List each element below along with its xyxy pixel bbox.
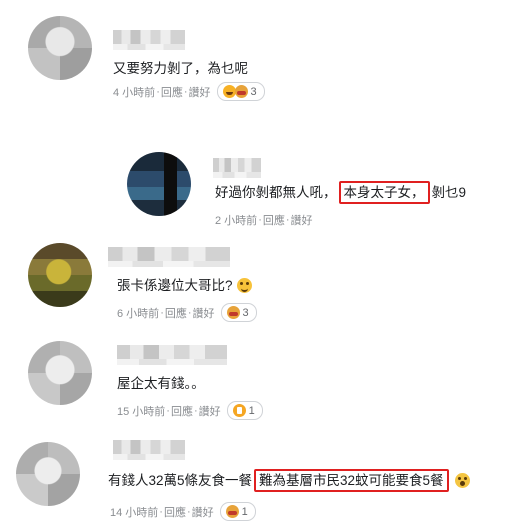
comment-meta: 6 小時前 · 回應 · 讚好 3 (117, 303, 257, 322)
reaction-summary[interactable]: 1 (226, 401, 263, 420)
like-link[interactable]: 讚好 (193, 305, 215, 321)
text-part: 張卡係邊位大哥比? (117, 278, 233, 293)
care-icon (234, 85, 248, 98)
author-name-redacted[interactable] (213, 158, 261, 178)
reaction-summary[interactable]: 1 (219, 502, 256, 521)
reaction-summary[interactable]: 3 (216, 82, 265, 101)
timestamp[interactable]: 2 小時前 (215, 212, 257, 228)
comment-item: 有錢人32萬5條友食一餐 難為基層市民32蚊可能要食5餐 14 小時前 · 回應 … (0, 430, 526, 531)
like-link[interactable]: 讚好 (189, 84, 211, 100)
avatar[interactable] (127, 152, 191, 216)
separator: · (193, 404, 198, 417)
reply-item: 好過你剝都無人吼， 本身太子女， 剝乜9 2 小時前 · 回應 · 讚好 (0, 140, 526, 230)
comment-item: 又要努力剝了，為乜呢 4 小時前 · 回應 · 讚好 3 (0, 0, 526, 120)
avatar[interactable] (28, 341, 92, 405)
care-icon (225, 505, 239, 518)
separator: · (160, 306, 164, 319)
separator: · (187, 306, 192, 319)
separator: · (166, 404, 170, 417)
haha-icon (222, 85, 236, 98)
avatar[interactable] (16, 442, 80, 506)
highlighted-text: 難為基層市民32蚊可能要食5餐 (254, 469, 449, 492)
timestamp[interactable]: 14 小時前 (110, 504, 158, 520)
reaction-count: 3 (250, 85, 257, 98)
reply-link[interactable]: 回應 (164, 504, 186, 520)
author-name-redacted[interactable] (113, 30, 185, 50)
like-link[interactable]: 讚好 (291, 212, 313, 228)
reply-link[interactable]: 回應 (171, 403, 193, 419)
smile-emoji-icon (236, 278, 252, 293)
separator: · (156, 85, 160, 98)
avatar[interactable] (28, 16, 92, 80)
text-part: 有錢人32萬5條友食一餐 (108, 473, 253, 488)
comment-meta: 14 小時前 · 回應 · 讚好 1 (110, 502, 256, 521)
comment-text: 又要努力剝了，為乜呢 (113, 61, 248, 76)
comment-item: 屋企太有錢。。 15 小時前 · 回應 · 讚好 1 (0, 335, 526, 430)
reaction-count: 1 (248, 404, 255, 417)
like-icon (232, 404, 246, 417)
highlighted-text: 本身太子女， (338, 181, 430, 204)
comment-meta: 4 小時前 · 回應 · 讚好 3 (113, 82, 265, 101)
timestamp[interactable]: 4 小時前 (113, 84, 155, 100)
author-name-redacted[interactable] (113, 440, 185, 460)
timestamp[interactable]: 15 小時前 (117, 403, 165, 419)
comment-meta: 2 小時前 · 回應 · 讚好 (215, 212, 313, 228)
text-part: 好過你剝都無人吼， (215, 185, 337, 200)
timestamp[interactable]: 6 小時前 (117, 305, 159, 321)
avatar[interactable] (28, 243, 92, 307)
comment-text: 張卡係邊位大哥比? (117, 277, 252, 295)
comment-meta: 15 小時前 · 回應 · 讚好 1 (117, 401, 263, 420)
reaction-summary[interactable]: 3 (220, 303, 257, 322)
fearful-emoji-icon (454, 473, 470, 488)
separator: · (285, 214, 290, 226)
like-link[interactable]: 讚好 (199, 403, 221, 419)
separator: · (159, 505, 163, 518)
reply-link[interactable]: 回應 (263, 212, 285, 228)
reaction-count: 1 (241, 505, 248, 518)
text-part: 剝乜9 (431, 185, 467, 200)
like-link[interactable]: 讚好 (192, 504, 214, 520)
comment-text: 屋企太有錢。。 (117, 376, 205, 391)
separator: · (258, 214, 262, 226)
author-name-redacted[interactable] (117, 345, 227, 365)
comment-item: 張卡係邊位大哥比? 6 小時前 · 回應 · 讚好 3 (0, 235, 526, 330)
care-icon (226, 306, 240, 319)
reply-link[interactable]: 回應 (165, 305, 187, 321)
separator: · (183, 85, 188, 98)
reaction-count: 3 (242, 306, 249, 319)
author-name-redacted[interactable] (108, 247, 230, 267)
comment-text: 好過你剝都無人吼， 本身太子女， 剝乜9 (215, 181, 467, 204)
separator: · (186, 505, 191, 518)
comment-text: 有錢人32萬5條友食一餐 難為基層市民32蚊可能要食5餐 (108, 469, 470, 492)
reply-link[interactable]: 回應 (161, 84, 183, 100)
